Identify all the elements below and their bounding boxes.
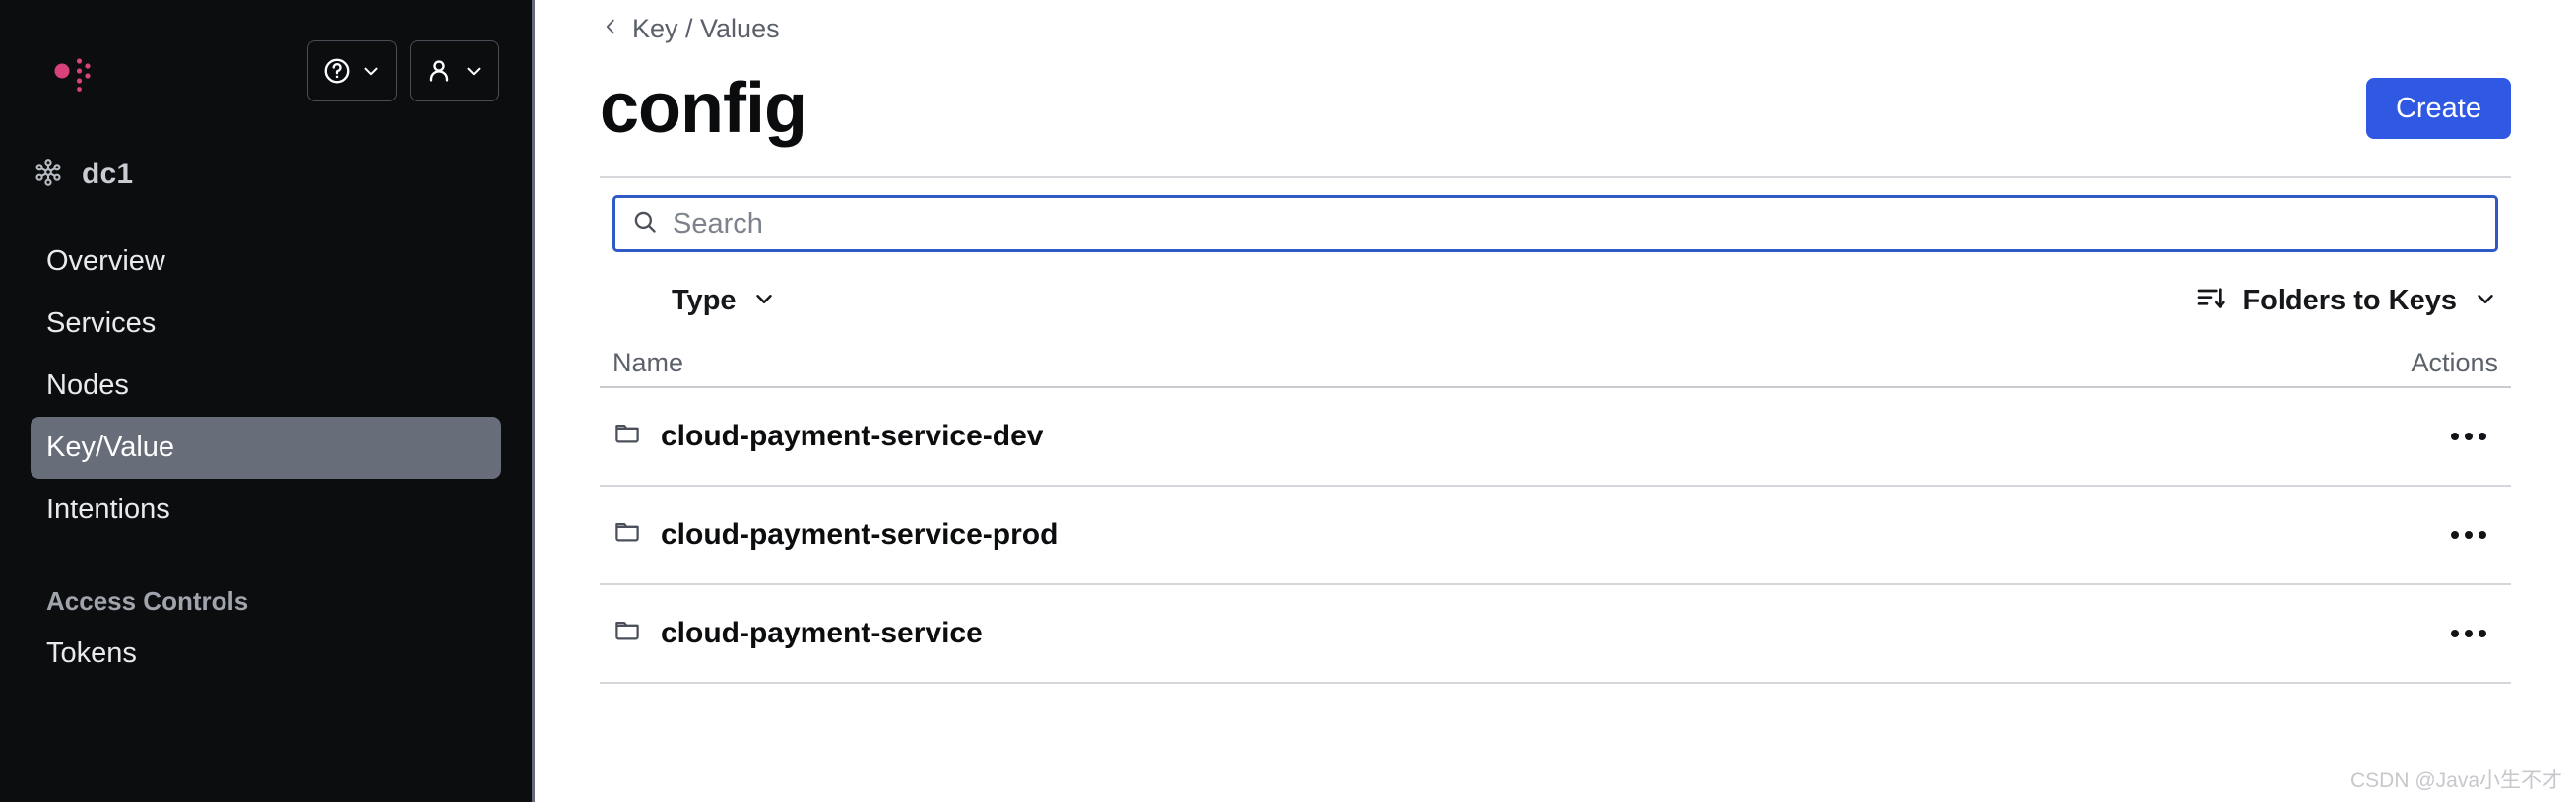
sort-button[interactable]: Folders to Keys [2195,283,2498,319]
table-row[interactable]: cloud-payment-service-dev [600,388,2511,487]
main-content: Key / Values config Create Type [535,0,2576,802]
chevron-down-icon [2473,286,2498,316]
datacenter-nodes-icon [32,157,64,193]
sort-label: Folders to Keys [2242,284,2457,316]
page-title: config [600,69,807,148]
folder-icon [612,516,642,554]
folder-icon [612,615,642,652]
user-icon [424,56,454,86]
chevron-down-icon [360,60,382,82]
sidebar-section-access-controls: Access Controls [46,586,249,616]
sidebar-item-nodes[interactable]: Nodes [31,355,501,417]
more-horizontal-icon [2451,531,2486,539]
row-name-label: cloud-payment-service [661,617,983,649]
kv-folder-link[interactable]: cloud-payment-service-dev [612,418,1043,455]
sidebar-item-intentions[interactable]: Intentions [31,479,501,541]
table-row[interactable]: cloud-payment-service [600,585,2511,684]
sidebar-nav: Overview Services Nodes Key/Value Intent… [0,231,532,541]
kv-folder-link[interactable]: cloud-payment-service-prod [612,516,1058,554]
column-header-actions: Actions [2411,348,2498,377]
more-horizontal-icon [2451,630,2486,637]
help-menu-button[interactable] [307,40,397,101]
sidebar-item-label: Intentions [46,494,170,525]
sidebar-top-actions [307,40,499,101]
create-button[interactable]: Create [2365,78,2511,139]
sidebar-item-label: Key/Value [46,432,175,463]
row-name-label: cloud-payment-service-dev [661,420,1044,452]
search-section [600,178,2511,252]
search-input[interactable] [673,207,2479,240]
consul-logo-icon[interactable] [32,40,94,101]
sidebar-item-overview[interactable]: Overview [31,231,501,293]
type-filter-label: Type [672,284,737,316]
sidebar-item-label: Services [46,307,157,339]
row-actions-button[interactable] [2439,505,2498,565]
sidebar-item-tokens[interactable]: Tokens [31,623,501,685]
row-name-label: cloud-payment-service-prod [661,518,1059,551]
consul-kv-page: dc1 Overview Services Nodes Key/Value In… [0,0,2576,802]
kv-table: Name Actions cloud-payment-service-dev c… [600,341,2511,684]
kv-folder-link[interactable]: cloud-payment-service [612,615,983,652]
watermark: CSDN @Java小生不才 [2350,769,2562,792]
chevron-down-icon [463,60,484,82]
column-header-name: Name [612,348,684,377]
row-actions-button[interactable] [2439,407,2498,466]
filter-toolbar: Type Folders to Keys [600,266,2511,335]
sidebar-item-key-value[interactable]: Key/Value [31,417,501,479]
folder-icon [612,418,642,455]
chevron-left-icon [600,16,621,42]
chevron-down-icon [751,286,777,316]
help-circle-icon [322,56,352,86]
page-header: config Create [600,65,2511,152]
sidebar-item-label: Nodes [46,369,129,401]
breadcrumb[interactable]: Key / Values [600,0,780,43]
more-horizontal-icon [2451,433,2486,440]
search-box[interactable] [612,195,2498,252]
table-row[interactable]: cloud-payment-service-prod [600,487,2511,585]
datacenter-selector[interactable]: dc1 [0,144,532,205]
sort-descending-icon [2195,283,2226,319]
user-menu-button[interactable] [410,40,499,101]
sidebar-item-label: Overview [46,245,165,277]
sidebar-header [0,0,532,116]
breadcrumb-label: Key / Values [632,13,780,43]
table-header: Name Actions [600,341,2511,388]
search-icon [631,208,659,240]
sidebar-item-label: Tokens [46,637,137,669]
datacenter-label: dc1 [82,158,134,190]
type-filter-button[interactable]: Type [672,285,777,317]
row-actions-button[interactable] [2439,604,2498,663]
sidebar-item-services[interactable]: Services [31,293,501,355]
sidebar: dc1 Overview Services Nodes Key/Value In… [0,0,535,802]
sidebar-nav-access-controls: Tokens [0,623,532,685]
